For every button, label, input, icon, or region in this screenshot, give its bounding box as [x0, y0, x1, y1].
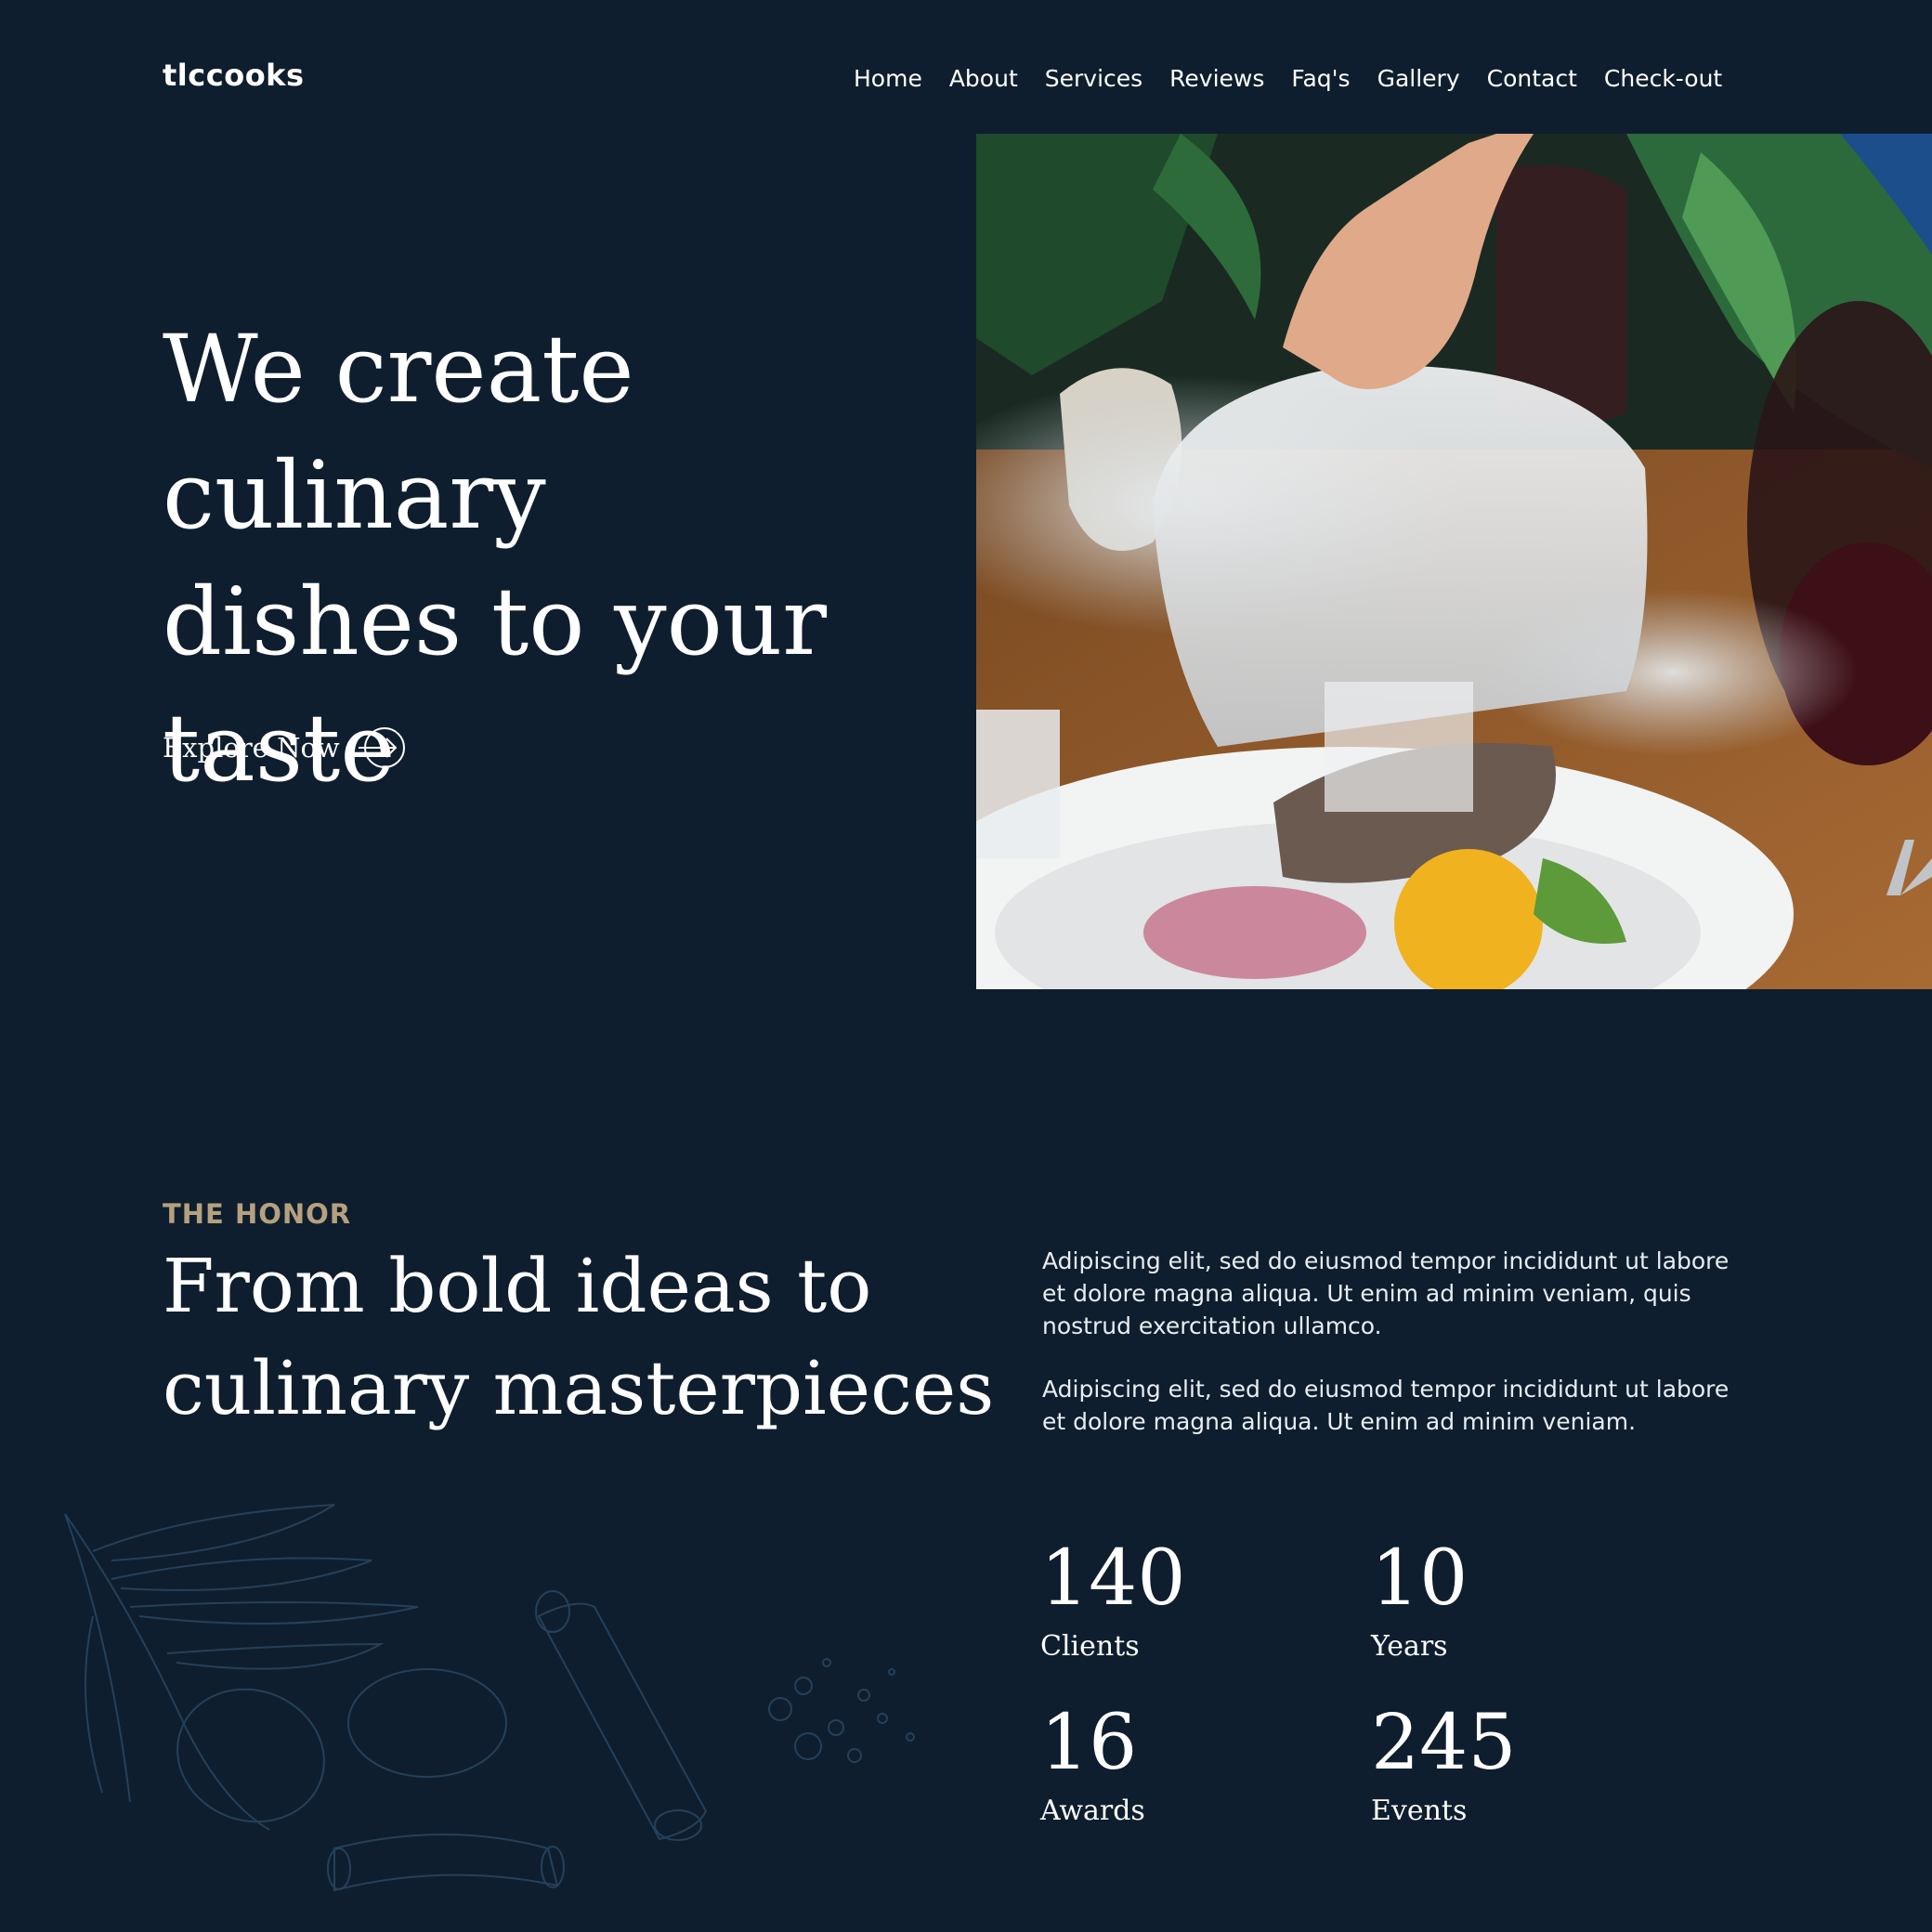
logo[interactable]: tlccooks — [163, 58, 305, 93]
main-nav: Home About Services Reviews Faq's Galler… — [854, 65, 1722, 92]
stat-awards: 16 Awards — [1040, 1702, 1145, 1830]
explore-now-label: Explore Now — [163, 732, 340, 764]
section-paragraph-1: Adipiscing elit, sed do eiusmod tempor i… — [1042, 1247, 1730, 1339]
nav-home[interactable]: Home — [854, 65, 922, 92]
explore-now-button[interactable]: Explore Now — [163, 726, 409, 769]
stat-value: 245 — [1371, 1699, 1517, 1787]
stat-label: Years — [1371, 1630, 1448, 1663]
stat-events: 245 Events — [1371, 1702, 1517, 1830]
hero-dish-photo — [976, 134, 1932, 989]
stat-label: Events — [1371, 1795, 1468, 1827]
nav-contact[interactable]: Contact — [1487, 65, 1577, 92]
stat-years: 10 Years — [1371, 1537, 1468, 1665]
stat-clients: 140 Clients — [1040, 1537, 1186, 1665]
nav-reviews[interactable]: Reviews — [1169, 65, 1264, 92]
olive-pasta-line-illustration — [64, 1504, 915, 1892]
nav-faqs[interactable]: Faq's — [1291, 65, 1350, 92]
nav-services[interactable]: Services — [1045, 65, 1142, 92]
stat-value: 140 — [1040, 1534, 1186, 1623]
section-eyebrow: THE HONOR — [163, 1198, 352, 1230]
arrow-right-circle-icon — [358, 727, 405, 768]
dish-illustration — [976, 134, 1932, 989]
section-title: From bold ideas to culinary masterpieces — [163, 1243, 995, 1431]
stat-label: Clients — [1040, 1630, 1140, 1663]
nav-gallery[interactable]: Gallery — [1377, 65, 1460, 92]
section-paragraph-2: Adipiscing elit, sed do eiusmod tempor i… — [1042, 1376, 1730, 1435]
stat-value: 16 — [1040, 1699, 1138, 1787]
stat-value: 10 — [1371, 1534, 1469, 1623]
stat-label: Awards — [1040, 1795, 1145, 1827]
nav-checkout[interactable]: Check-out — [1604, 65, 1722, 92]
nav-about[interactable]: About — [949, 65, 1018, 92]
